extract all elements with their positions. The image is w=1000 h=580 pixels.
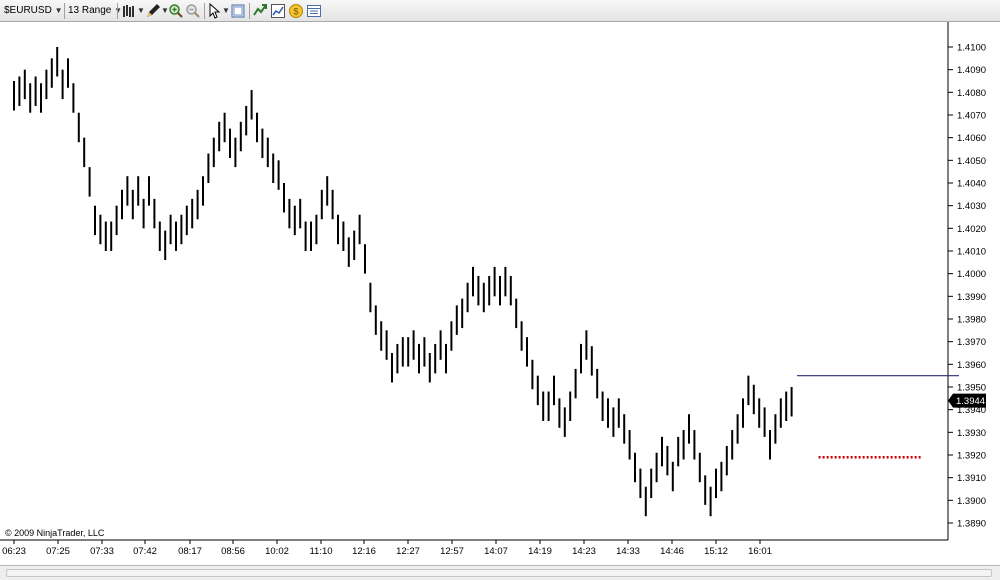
zoom-in-icon[interactable] <box>168 3 184 19</box>
properties-icon[interactable] <box>230 3 246 19</box>
drawing-pencil-icon[interactable] <box>145 3 161 19</box>
y-tick-label: 1.3890 <box>957 519 986 530</box>
y-tick-label: 1.4050 <box>957 156 986 167</box>
x-tick-label: 14:23 <box>572 546 596 557</box>
period-label: 13 Range <box>68 5 112 16</box>
y-tick-label: 1.4080 <box>957 88 986 99</box>
x-tick-label: 07:33 <box>90 546 114 557</box>
toolbar-divider <box>249 3 250 19</box>
y-tick-label: 1.3960 <box>957 360 986 371</box>
toolbar-divider <box>64 3 65 19</box>
y-tick-label: 1.3910 <box>957 473 986 484</box>
x-tick-label: 11:10 <box>309 546 332 557</box>
pointer-cursor-icon[interactable] <box>207 3 223 19</box>
y-tick-label: 1.4090 <box>957 65 986 76</box>
y-tick-label: 1.3970 <box>957 337 986 348</box>
y-tick-label: 1.4020 <box>957 224 986 235</box>
x-tick-label: 14:07 <box>484 546 508 557</box>
current-price-label: 1.3944 <box>956 396 985 407</box>
x-tick-label: 16:01 <box>748 546 772 557</box>
chart-panel[interactable]: 1.3890 1.3900 1.3910 1.3920 1.3930 1.3940 1.39… <box>0 22 1000 565</box>
data-box-icon[interactable] <box>306 3 322 19</box>
horizontal-scrollbar[interactable] <box>6 569 992 577</box>
x-tick-label: 08:56 <box>221 546 245 557</box>
x-tick-label: 14:33 <box>616 546 640 557</box>
y-tick-label: 1.3900 <box>957 496 986 507</box>
price-ladder-icon[interactable]: $ <box>288 3 304 19</box>
toolbar-divider <box>204 3 205 19</box>
y-tick-label: 1.4100 <box>957 43 986 54</box>
chevron-down-icon[interactable]: ▼ <box>222 3 230 19</box>
price-chart[interactable]: 1.38901.39001.39101.39201.39301.39401.39… <box>0 22 1000 565</box>
horizontal-scrollbar-track <box>0 565 1000 580</box>
x-tick-label: 15:12 <box>704 546 728 557</box>
svg-text:$: $ <box>293 7 298 17</box>
x-tick-label: 14:46 <box>660 546 684 557</box>
period-selector[interactable]: 13 Range ▼ <box>68 3 122 19</box>
y-tick-label: 1.4070 <box>957 111 986 122</box>
zoom-out-icon[interactable] <box>185 3 201 19</box>
y-tick-label: 1.4060 <box>957 133 986 144</box>
y-tick-label: 1.3930 <box>957 428 986 439</box>
y-tick-label: 1.4030 <box>957 201 986 212</box>
current-price-marker: 1.3944 <box>948 393 986 408</box>
instrument-selector[interactable]: $EURUSD ▼ <box>4 3 63 19</box>
x-tick-label: 08:17 <box>178 546 202 557</box>
y-tick-label: 1.4000 <box>957 269 986 280</box>
y-tick-label: 1.3980 <box>957 315 986 326</box>
y-tick-label: 1.3990 <box>957 292 986 303</box>
x-tick-label: 07:42 <box>133 546 157 557</box>
toolbar-divider <box>117 3 118 19</box>
x-tick-label: 06:23 <box>2 546 26 557</box>
chevron-down-icon[interactable]: ▼ <box>137 3 145 19</box>
chevron-down-icon: ▼ <box>54 6 63 15</box>
x-tick-label: 12:16 <box>352 546 376 557</box>
y-tick-label: 1.4010 <box>957 247 986 258</box>
y-tick-label: 1.4040 <box>957 179 986 190</box>
x-tick-label: 12:57 <box>440 546 464 557</box>
x-tick-label: 10:02 <box>265 546 289 557</box>
x-tick-label: 07:25 <box>46 546 70 557</box>
y-tick-label: 1.3920 <box>957 451 986 462</box>
bar-type-icon[interactable] <box>121 3 137 19</box>
strategies-icon[interactable] <box>252 3 268 19</box>
y-tick-label: 1.3950 <box>957 383 986 394</box>
instrument-label: $EURUSD <box>4 5 52 16</box>
x-tick-label: 12:27 <box>396 546 420 557</box>
chart-toolbar: $EURUSD ▼ 13 Range ▼ ▼ ▼ ▼ $ <box>0 0 1000 22</box>
copyright-text: © 2009 NinjaTrader, LLC <box>5 528 105 538</box>
x-tick-label: 14:19 <box>528 546 552 557</box>
chart-trader-icon[interactable] <box>270 3 286 19</box>
